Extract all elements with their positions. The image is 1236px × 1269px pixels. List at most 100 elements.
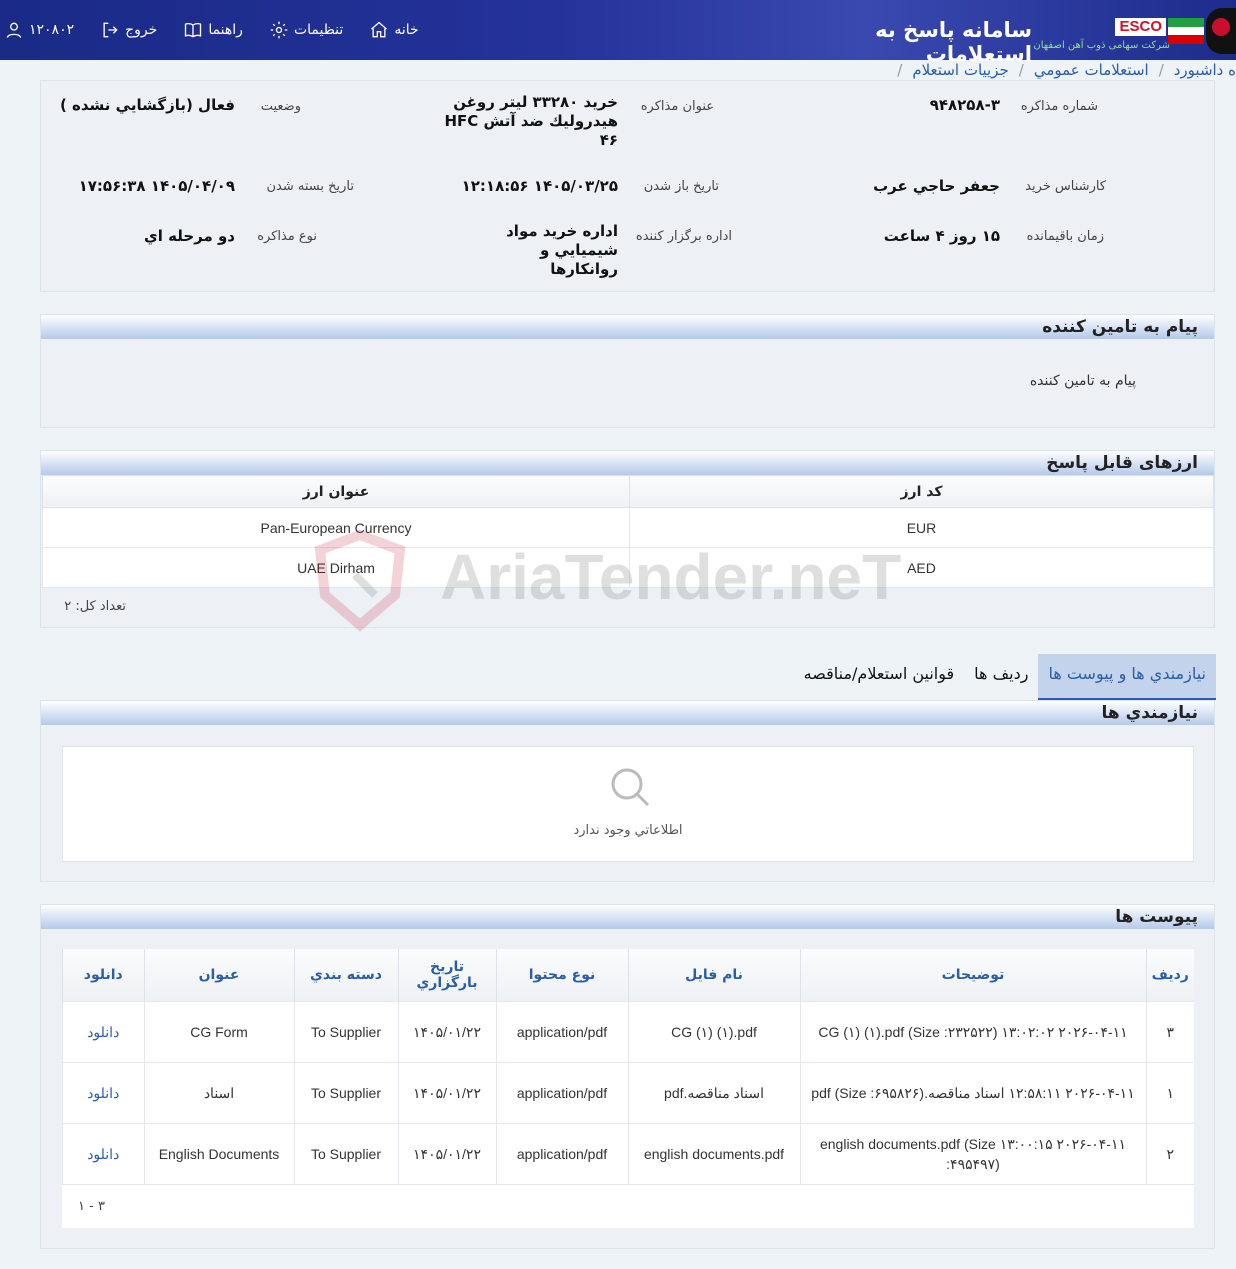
breadcrumb-public-inquiries[interactable]: استعلامات عمومي <box>1034 61 1149 79</box>
tab-needs-attachments[interactable]: نيازمندي ها و پيوست ها <box>1038 654 1216 700</box>
remaining-time-value: ۱۵ روز ۴ ساعت <box>883 227 1000 245</box>
needs-title: نيازمندي ها <box>41 701 1214 725</box>
attachments-panel: پيوست ها رديف توضيحات نام فايل نوع محتوا… <box>40 904 1215 1249</box>
column-header-content-type[interactable]: نوع محتوا <box>495 949 628 1001</box>
title-cell: CG Form <box>143 1000 294 1062</box>
negotiation-type-label: نوع مذاكره <box>257 229 317 244</box>
column-header-upload-date[interactable]: تاريخ بارگزاري <box>397 949 496 1001</box>
table-row[interactable]: EUR Pan-European Currency <box>42 507 1214 548</box>
upload-date-cell: ۱۴۰۵/۰۱/۲۲ <box>397 1122 496 1184</box>
negotiation-number-label: شماره مذاکره <box>1020 99 1098 114</box>
supplier-message-text: پيام به تامين كننده <box>1029 373 1136 389</box>
home-icon <box>371 21 388 38</box>
tab-rows[interactable]: رديف ها <box>964 654 1038 700</box>
negotiation-number-value: ۹۴۸۲۵۸-۳ <box>929 96 1000 114</box>
purchase-expert-label: كارشناس خريد <box>1025 179 1106 194</box>
table-row[interactable]: ۱ ۲۰۲۶-۰۴-۱۱ ۱۲:۵۸:۱۱ اسناد مناقصه.pdf (… <box>62 1061 1194 1123</box>
table-row[interactable]: AED UAE Dirham <box>42 547 1214 588</box>
column-header-file-name[interactable]: نام فايل <box>627 949 800 1001</box>
detail-tabs: نيازمندي ها و پيوست ها رديف ها قوانين اس… <box>794 654 1216 700</box>
open-date-label: تاريخ باز شدن <box>643 179 719 194</box>
nav-help[interactable]: راهنما <box>183 20 243 40</box>
file-name-cell: english documents.pdf <box>627 1122 800 1184</box>
close-date-label: تاريخ بسته شدن <box>266 179 354 194</box>
download-link[interactable]: دانلود <box>62 1122 144 1184</box>
company-logo <box>1206 8 1236 54</box>
status-label: وضعيت <box>260 99 301 114</box>
column-header-row[interactable]: رديف <box>1145 949 1194 1001</box>
column-header-download[interactable]: دانلود <box>62 949 144 1001</box>
download-link[interactable]: دانلود <box>62 1061 144 1123</box>
nav-settings[interactable]: تنظیمات <box>269 20 343 40</box>
negotiation-subject-value: خرید ۳۳۲۸۰ لیتر روغن هیدرولیك ضد آتش HFC… <box>444 93 619 149</box>
currencies-title: ارزهای قابل پاسخ <box>41 451 1214 475</box>
row-number-cell: ۱ <box>1145 1061 1194 1123</box>
organizer-value: اداره خريد مواد شيميايي و روانكارها <box>506 222 618 278</box>
row-number-cell: ۲ <box>1145 1122 1194 1184</box>
nav-logout[interactable]: خروج <box>100 20 157 40</box>
purchase-expert-value: جعفر حاجي عرب <box>873 177 1000 195</box>
description-cell: ۲۰۲۶-۰۴-۱۱ ۱۲:۵۸:۱۱ اسناد مناقصه.pdf (Si… <box>799 1061 1146 1123</box>
supplier-message-title: پيام به تامين كننده <box>41 315 1214 339</box>
content-type-cell: application/pdf <box>495 1000 628 1062</box>
table-header-row: کد ارز عنوان ارز <box>42 475 1214 508</box>
file-name-cell: CG (۱) (۱).pdf <box>627 1000 800 1062</box>
company-name: شرکت سهامی ذوب آهن اصفهان <box>1033 40 1170 51</box>
column-header-currency-title[interactable]: عنوان ارز <box>42 475 630 508</box>
negotiation-type-value: دو مرحله اي <box>143 227 235 245</box>
book-icon <box>185 22 202 38</box>
nav-user-label: ۱۲۰۸۰۲ <box>29 22 75 38</box>
breadcrumb-dashboard[interactable]: ه داشبورد <box>1174 61 1236 79</box>
breadcrumb-inquiry-details[interactable]: جزييات استعلام <box>912 61 1008 79</box>
needs-empty-text: اطلاعاتي وجود ندارد <box>573 823 683 838</box>
open-date-value: ۱۴۰۵/۰۳/۲۵ ۱۲:۱۸:۵۶ <box>461 177 618 195</box>
column-header-description[interactable]: توضيحات <box>799 949 1146 1001</box>
column-header-currency-code[interactable]: کد ارز <box>629 475 1214 508</box>
negotiation-subject-label: عنوان مذاکره <box>640 99 714 114</box>
nav-home[interactable]: خانه <box>369 20 419 40</box>
supplier-message-panel: پيام به تامين كننده پيام به تامين كننده <box>40 314 1215 428</box>
close-date-value: ۱۴۰۵/۰۴/۰۹ ۱۷:۵۶:۳۸ <box>78 177 235 195</box>
remaining-time-label: زمان باقيمانده <box>1026 229 1104 244</box>
nav-user[interactable]: ۱۲۰۸۰۲ <box>4 20 74 40</box>
system-title: سامانه پاسخ به استعلامات <box>875 18 1032 66</box>
row-number-cell: ۳ <box>1145 1000 1194 1062</box>
breadcrumb-separator: / <box>897 61 903 79</box>
currency-title-cell: UAE Dirham <box>42 547 630 588</box>
table-row[interactable]: ۲ ۲۰۲۶-۰۴-۱۱ ۱۳:۰۰:۱۵ english documents.… <box>62 1122 1194 1184</box>
content-type-cell: application/pdf <box>495 1061 628 1123</box>
nav-logout-label: خروج <box>125 22 158 38</box>
nav-help-label: راهنما <box>208 22 243 38</box>
description-cell: ۲۰۲۶-۰۴-۱۱ ۱۳:۰۰:۱۵ english documents.pd… <box>799 1122 1146 1184</box>
top-nav: ۱۲۰۸۰۲ خروج راهنما تنظیمات خانه <box>0 0 419 60</box>
upload-date-cell: ۱۴۰۵/۰۱/۲۲ <box>397 1061 496 1123</box>
attachments-pager: ۱ - ۳ <box>62 1184 1194 1228</box>
category-cell: To Supplier <box>293 1061 398 1123</box>
currencies-panel: ارزهای قابل پاسخ کد ارز عنوان ارز EUR Pa… <box>40 450 1215 628</box>
organizer-label: اداره برگزار کننده <box>635 229 732 244</box>
currency-code-cell: EUR <box>629 507 1214 548</box>
search-icon <box>611 768 650 807</box>
category-cell: To Supplier <box>293 1000 398 1062</box>
attachments-table: رديف توضيحات نام فايل نوع محتوا تاريخ با… <box>62 949 1194 1184</box>
description-cell: ۲۰۲۶-۰۴-۱۱ ۱۳:۰۲:۰۲ CG (۱) (۱).pdf (Size… <box>799 1000 1146 1062</box>
table-row[interactable]: ۳ ۲۰۲۶-۰۴-۱۱ ۱۳:۰۲:۰۲ CG (۱) (۱).pdf (Si… <box>62 1000 1194 1062</box>
inquiry-info-panel: شماره مذاکره ۹۴۸۲۵۸-۳ عنوان مذاکره خرید … <box>40 80 1215 292</box>
brand: ESCO شرکت سهامی ذوب آهن اصفهان سامانه پا… <box>796 0 1236 66</box>
currencies-table: کد ارز عنوان ارز EUR Pan-European Curren… <box>42 475 1214 588</box>
breadcrumb-separator: / <box>1018 61 1024 79</box>
user-icon <box>6 22 22 38</box>
breadcrumb: ه داشبورد / استعلامات عمومي / جزييات است… <box>0 60 1236 80</box>
currency-title-cell: Pan-European Currency <box>42 507 630 548</box>
nav-home-label: خانه <box>394 22 419 38</box>
column-header-category[interactable]: دسته بندي <box>293 949 398 1001</box>
column-header-title[interactable]: عنوان <box>143 949 294 1001</box>
upload-date-cell: ۱۴۰۵/۰۱/۲۲ <box>397 1000 496 1062</box>
title-cell: English Documents <box>143 1122 294 1184</box>
file-name-cell: اسناد مناقصه.pdf <box>627 1061 800 1123</box>
nav-settings-label: تنظیمات <box>293 22 344 38</box>
attachments-title: پيوست ها <box>41 905 1214 929</box>
logout-icon <box>103 22 118 38</box>
tab-rules[interactable]: قوانين استعلام/مناقصه <box>794 654 965 700</box>
download-link[interactable]: دانلود <box>62 1000 144 1062</box>
